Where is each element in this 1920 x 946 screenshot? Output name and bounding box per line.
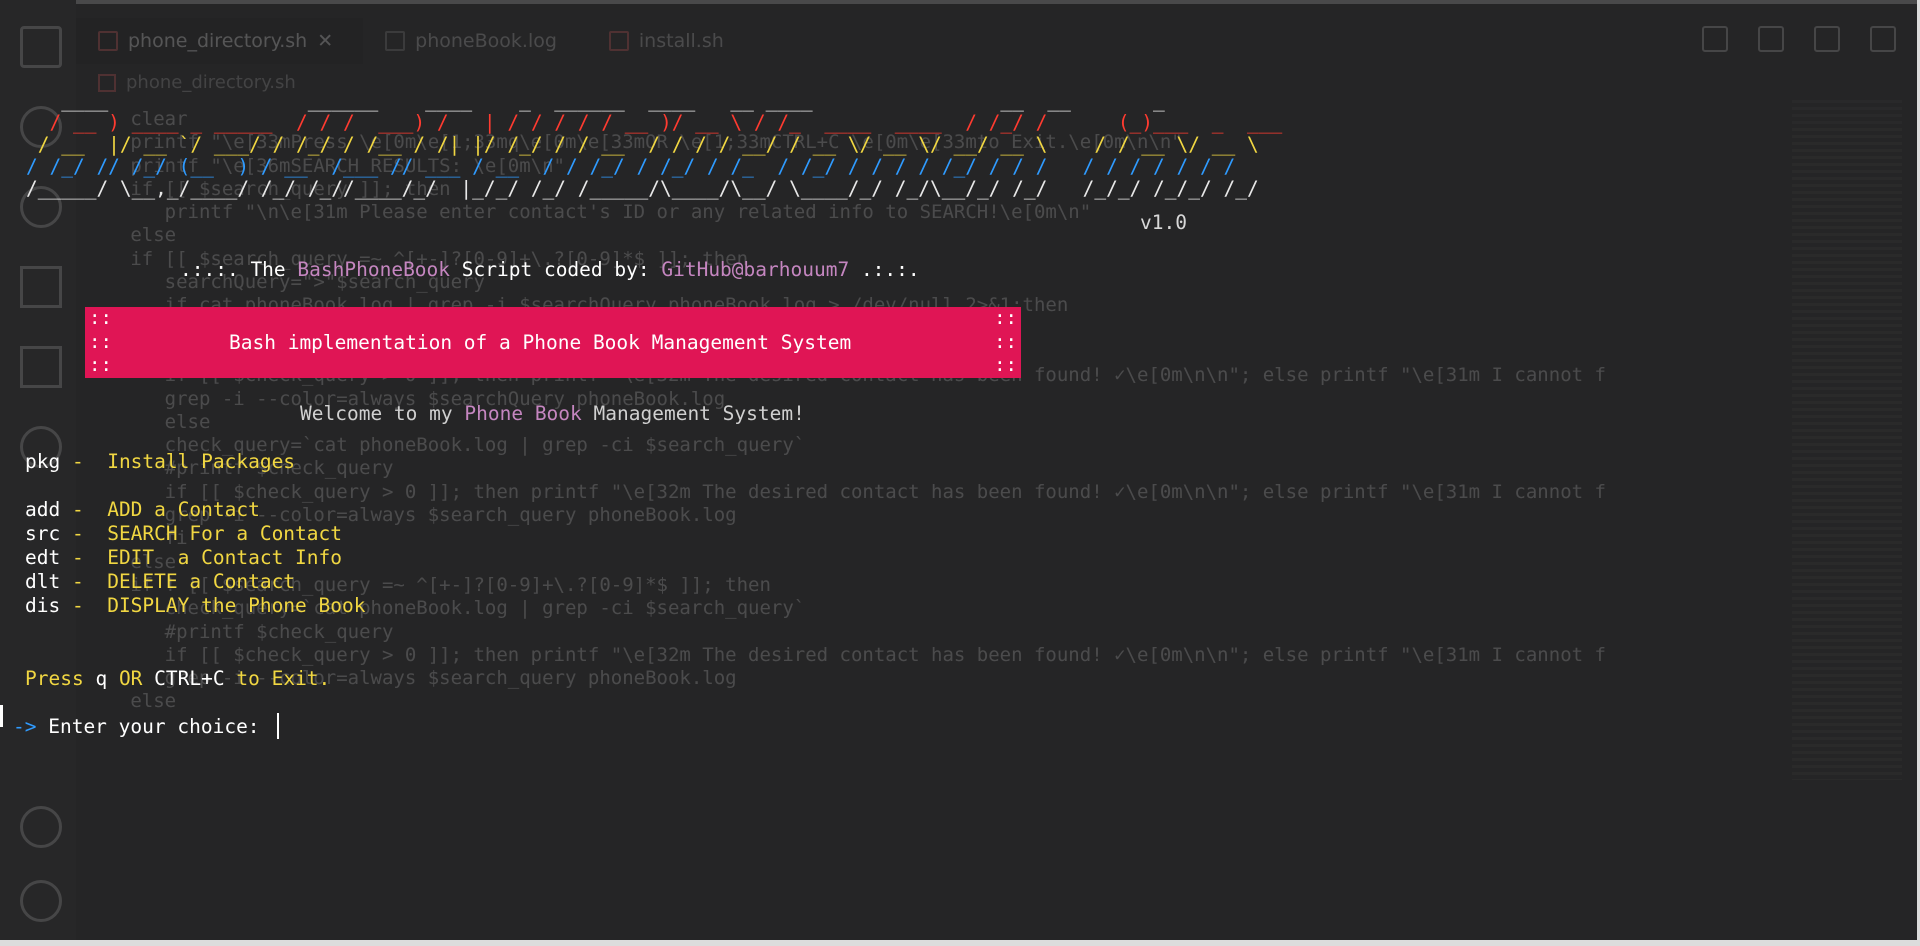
- menu-item-pkg: pkg - Install Packages: [25, 450, 295, 474]
- credit-line: .:.:. The BashPhoneBook Script coded by:…: [180, 258, 920, 282]
- credit-prefix: .:.:. The: [180, 258, 298, 281]
- menu-item-dis: dis - DISPLAY the Phone Book: [25, 594, 365, 618]
- title-box: :: :: :: :: :: :: Bash implementation of…: [85, 307, 1021, 378]
- exit-key-q: q: [95, 667, 108, 690]
- prompt-arrow: ->: [13, 715, 37, 738]
- choice-prompt[interactable]: -> Enter your choice:: [13, 715, 271, 739]
- box-title: Bash implementation of a Phone Book Mana…: [229, 331, 852, 354]
- credit-suffix: .:.:.: [849, 258, 920, 281]
- menu-sep: -: [60, 594, 108, 617]
- menu-label: ADD a Contact: [107, 498, 260, 521]
- menu-label: Install Packages: [107, 450, 296, 473]
- version-label: v1.0: [1140, 211, 1187, 234]
- welcome-message: Welcome to my Phone Book Management Syst…: [300, 402, 805, 426]
- menu-label: DELETE a Contact: [107, 570, 296, 593]
- menu-sep: -: [60, 546, 108, 569]
- menu-key: dis: [25, 594, 61, 617]
- terminal-gutter-marker: [0, 705, 3, 727]
- exit-text: to Exit.: [224, 667, 331, 690]
- welcome-suffix: Management System!: [581, 402, 805, 425]
- exit-text: Press: [25, 667, 96, 690]
- ascii-banner-line: / /_/ // /_/ (__ ) / __ /___ // ___ / __…: [26, 155, 1236, 178]
- welcome-highlight: Phone Book: [464, 402, 582, 425]
- author-handle: GitHub@barhouum7: [661, 258, 850, 281]
- menu-key: edt: [25, 546, 61, 569]
- credit-middle: Script coded by:: [450, 258, 662, 281]
- exit-text: OR: [107, 667, 155, 690]
- menu-key: add: [25, 498, 61, 521]
- menu-label: EDIT a Contact Info: [107, 546, 343, 569]
- ascii-banner-line: /_____/ \__,_/____/ /_/ /_//____/_/ |_/_…: [26, 177, 1259, 200]
- menu-item-src: src - SEARCH For a Contact: [25, 522, 342, 546]
- menu-sep: -: [60, 450, 108, 473]
- menu-key: dlt: [25, 570, 61, 593]
- menu-sep: -: [60, 522, 108, 545]
- exit-hint: Press q OR CTRL+C to Exit.: [25, 667, 330, 691]
- menu-sep: -: [60, 570, 108, 593]
- ascii-banner-line: / __ |/ __ `/ ___/ / /_/ / /__ / /| |/ /…: [26, 133, 1259, 156]
- menu-label: SEARCH For a Contact: [107, 522, 343, 545]
- menu-item-add: add - ADD a Contact: [25, 498, 260, 522]
- menu-key: src: [25, 522, 61, 545]
- ascii-banner-line: / __ ) ____ _ _____ / / / ___) / | / / /…: [26, 111, 1283, 134]
- welcome-prefix: Welcome to my: [300, 402, 465, 425]
- box-border-right: :: :: ::: [994, 307, 1017, 376]
- terminal[interactable]: ____ ______ ____ _ ______ ____ __ ____ _…: [0, 0, 1920, 946]
- exit-key-ctrl-c: CTRL+C: [154, 667, 225, 690]
- menu-key: pkg: [25, 450, 61, 473]
- script-name: BashPhoneBook: [297, 258, 451, 281]
- ascii-banner-line: ____ ______ ____ _ ______ ____ __ ____ _…: [26, 89, 1165, 112]
- menu-item-dlt: dlt - DELETE a Contact: [25, 570, 295, 594]
- menu-item-edt: edt - EDIT a Contact Info: [25, 546, 342, 570]
- prompt-text: Enter your choice:: [36, 715, 272, 738]
- box-border-left: :: :: ::: [89, 307, 112, 376]
- menu-sep: -: [60, 498, 108, 521]
- menu-label: DISPLAY the Phone Book: [107, 594, 366, 617]
- window-bottom-border: [0, 940, 1920, 946]
- text-cursor[interactable]: [277, 713, 279, 739]
